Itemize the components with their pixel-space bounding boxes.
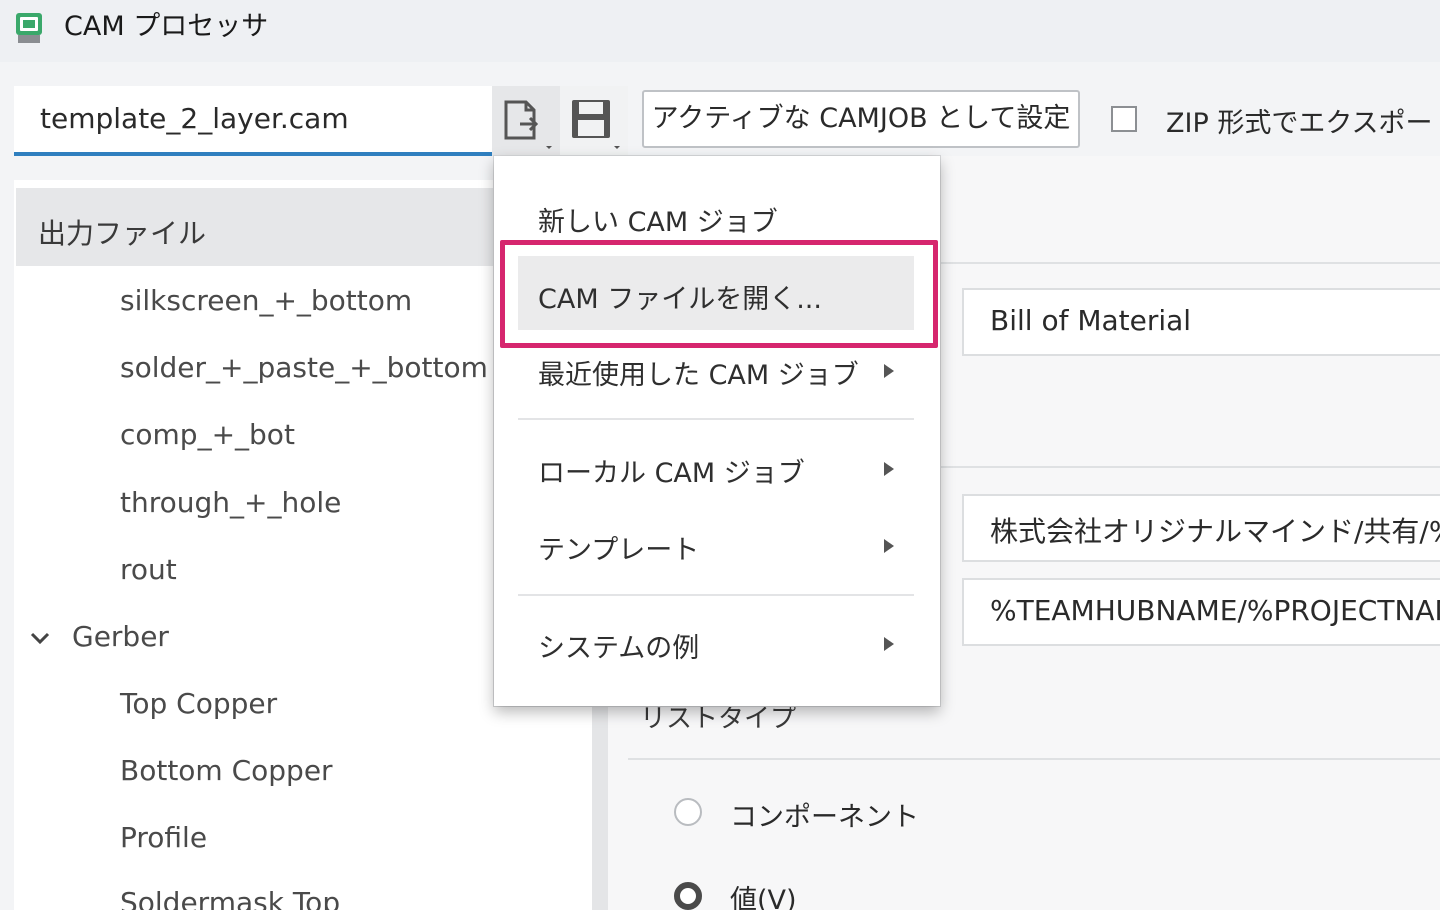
- tree-item[interactable]: Profile: [120, 821, 207, 854]
- project-path-field[interactable]: %TEAMHUBNAME/%PROJECTNAME: [962, 578, 1440, 646]
- open-file-button[interactable]: [492, 86, 560, 156]
- radio-component-label: コンポーネント: [730, 802, 919, 833]
- divider: [940, 262, 1440, 264]
- submenu-arrow-icon: [884, 637, 894, 651]
- open-file-icon: [504, 100, 552, 149]
- tree-item[interactable]: through_+_hole: [120, 486, 341, 519]
- tree-item[interactable]: Bottom Copper: [120, 754, 333, 787]
- submenu-arrow-icon: [884, 539, 894, 553]
- highlight-annotation-box: [500, 240, 938, 348]
- zip-export-label: ZIP 形式でエクスポート: [1166, 108, 1440, 139]
- chevron-down-icon[interactable]: [28, 626, 52, 650]
- output-path-field[interactable]: 株式会社オリジナルマインド/共有/%ASSEMBLY: [962, 494, 1440, 562]
- set-active-camjob-button[interactable]: アクティブな CAMJOB として設定: [642, 90, 1080, 148]
- cam-app-icon: [14, 9, 46, 45]
- save-icon: [572, 100, 620, 149]
- radio-value[interactable]: [674, 882, 702, 910]
- radio-value-label: 値(V): [730, 885, 797, 910]
- menu-item-local-cam-jobs[interactable]: ローカル CAM ジョブ: [538, 451, 805, 490]
- menu-item-new-cam-job[interactable]: 新しい CAM ジョブ: [538, 200, 778, 239]
- tree-item[interactable]: comp_+_bot: [120, 418, 295, 451]
- tree-group-gerber[interactable]: Gerber: [72, 620, 169, 653]
- radio-component[interactable]: [674, 798, 702, 826]
- menu-item-templates[interactable]: テンプレート: [538, 528, 699, 567]
- zip-export-checkbox[interactable]: [1111, 106, 1137, 132]
- divider: [628, 758, 1440, 760]
- tree-header-output-files[interactable]: 出力ファイル: [16, 188, 494, 266]
- submenu-arrow-icon: [884, 364, 894, 378]
- tree-item[interactable]: Soldermask Top: [120, 886, 340, 910]
- menu-separator: [518, 418, 914, 420]
- tree-item[interactable]: rout: [120, 553, 177, 586]
- divider: [940, 466, 1440, 468]
- submenu-arrow-icon: [884, 462, 894, 476]
- save-button[interactable]: [560, 86, 628, 156]
- menu-item-recent-cam-jobs[interactable]: 最近使用した CAM ジョブ: [538, 353, 859, 392]
- tree-item[interactable]: solder_+_paste_+_bottom: [120, 351, 488, 384]
- window-title: CAM プロセッサ: [64, 11, 269, 42]
- output-name-field[interactable]: Bill of Material: [962, 288, 1440, 356]
- tree-item[interactable]: silkscreen_+_bottom: [120, 284, 412, 317]
- menu-separator: [518, 594, 914, 596]
- tree-item[interactable]: Top Copper: [120, 687, 277, 720]
- cam-file-name-field[interactable]: template_2_layer.cam: [14, 86, 492, 156]
- menu-item-system-examples[interactable]: システムの例: [538, 626, 699, 665]
